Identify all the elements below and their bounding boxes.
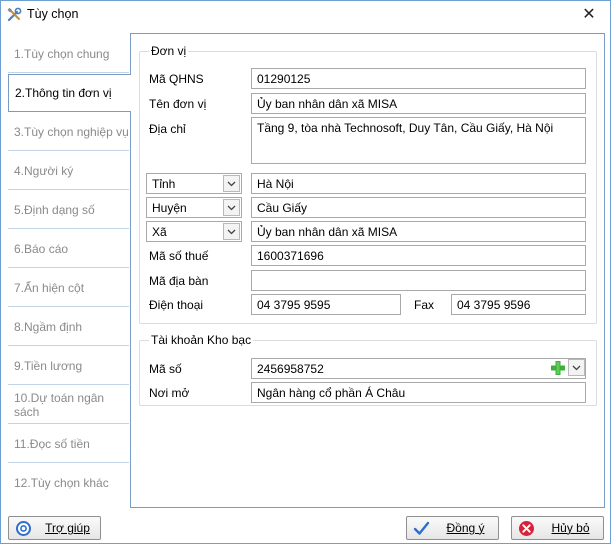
tab-label: 8.Ngầm định [14,319,83,334]
treasury-code-combo[interactable]: 2456958752 [251,358,586,379]
unit-info-panel: Đơn vị Mã QHNS 01290125 Tên đơn vị Ủy ba… [130,33,605,508]
district-input[interactable]: Cầu Giấy [251,197,586,218]
tab-reports[interactable]: 6.Báo cáo [8,230,129,268]
bank-place-input[interactable]: Ngân hàng cổ phần Á Châu [251,382,586,403]
address-label: Địa chỉ [149,122,186,136]
close-icon: ✕ [582,6,596,23]
commune-input[interactable]: Ủy ban nhân dân xã MISA [251,221,586,242]
tab-signers[interactable]: 4.Người ký [8,152,129,190]
qhns-input[interactable]: 01290125 [251,68,586,89]
tab-label: 9.Tiền lương [14,358,83,373]
tab-unit-info[interactable]: 2.Thông tin đơn vị [8,74,131,112]
area-code-input[interactable] [251,270,586,291]
fax-input[interactable]: 04 3795 9596 [451,294,586,315]
window-title: Tùy chọn [27,7,79,21]
tab-label: 1.Tùy chọn chung [14,46,110,61]
tab-label: 6.Báo cáo [14,241,69,256]
cancel-button[interactable]: Hủy bỏ [511,516,604,540]
chevron-down-icon[interactable] [568,359,585,376]
district-select[interactable]: Huyện [146,197,242,218]
tab-read-amount[interactable]: 11.Đọc số tiền [8,425,129,463]
options-dialog: Tùy chọn ✕ 1.Tùy chọn chung 2.Thông tin … [0,0,611,544]
bank-place-label: Nơi mở [149,386,190,400]
area-code-label: Mã địa bàn [149,274,209,288]
qhns-label: Mã QHNS [149,72,204,86]
tax-code-label: Mã số thuế [149,249,209,263]
options-sidebar: 1.Tùy chọn chung 2.Thông tin đơn vị 3.Tù… [8,33,131,507]
title-bar: Tùy chọn ✕ [1,1,610,29]
treasury-code-label: Mã số [149,362,182,376]
tab-number-format[interactable]: 5.Định dạng số [8,191,129,229]
help-button-label: Trợ giúp [45,521,90,535]
unit-name-label: Tên đơn vị [149,97,207,111]
treasury-code-value: 2456958752 [257,362,324,376]
province-select[interactable]: Tỉnh [146,173,242,194]
fax-label: Fax [414,298,435,312]
tab-label: 2.Thông tin đơn vị [15,86,112,100]
phone-label: Điện thoại [149,298,204,312]
tab-budget-estimate[interactable]: 10.Dự toán ngân sách [8,386,129,424]
treasury-group-title: Tài khoản Kho bạc [149,333,254,347]
tab-label: 11.Đọc số tiền [14,436,90,451]
unit-name-input[interactable]: Ủy ban nhân dân xã MISA [251,93,586,114]
tab-label: 12.Tùy chọn khác [14,476,109,490]
tab-label: 5.Định dạng số [14,202,95,217]
tab-label: 10.Dự toán ngân sách [14,390,105,419]
tax-code-input[interactable]: 1600371696 [251,245,586,266]
unit-group-title: Đơn vị [149,44,189,58]
commune-select-value: Xã [152,225,167,239]
ok-button-label: Đồng ý [446,521,485,535]
close-button[interactable]: ✕ [576,3,602,25]
chevron-down-icon[interactable] [223,175,240,192]
ok-button[interactable]: Đồng ý [406,516,499,540]
tab-general-options[interactable]: 1.Tùy chọn chung [8,35,129,73]
phone-input[interactable]: 04 3795 9595 [251,294,401,315]
tab-label: 4.Người ký [14,163,74,178]
address-input[interactable]: Tầng 9, tòa nhà Technosoft, Duy Tân, Cầu… [251,117,586,164]
tab-business-options[interactable]: 3.Tùy chọn nghiệp vụ [8,113,129,151]
tools-icon [7,7,22,22]
tab-other-options[interactable]: 12.Tùy chọn khác [8,464,129,502]
tab-salary[interactable]: 9.Tiền lương [8,347,129,385]
chevron-down-icon[interactable] [223,223,240,240]
district-select-value: Huyện [152,201,187,215]
commune-select[interactable]: Xã [146,221,242,242]
province-select-value: Tỉnh [152,177,176,191]
cancel-button-label: Hủy bỏ [551,521,590,535]
tab-label: 7.Ẩn hiện cột [14,280,85,295]
tab-label: 3.Tùy chọn nghiệp vụ [14,124,129,139]
add-icon[interactable] [550,360,566,376]
province-input[interactable]: Hà Nội [251,173,586,194]
help-button[interactable]: Trợ giúp [8,516,101,540]
tab-column-visibility[interactable]: 7.Ẩn hiện cột [8,269,129,307]
tab-defaults[interactable]: 8.Ngầm định [8,308,129,346]
chevron-down-icon[interactable] [223,199,240,216]
